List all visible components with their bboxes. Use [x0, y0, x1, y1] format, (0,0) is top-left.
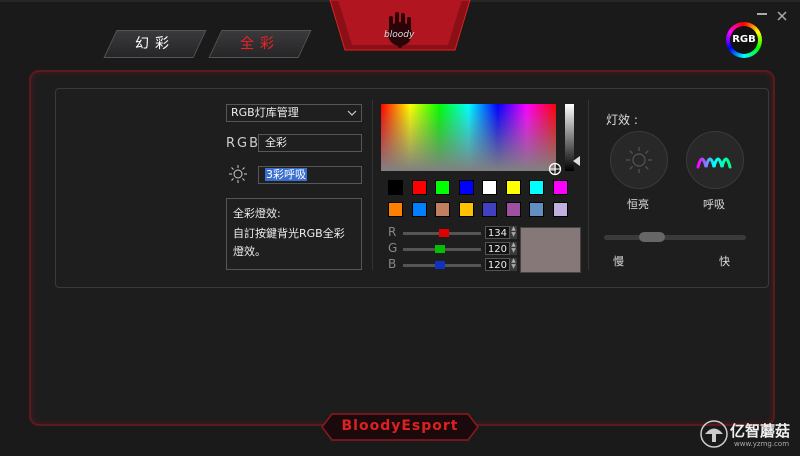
color-swatch[interactable]: [411, 202, 427, 217]
color-swatch[interactable]: [435, 180, 450, 195]
effect-steady-label: 恒亮: [627, 198, 649, 211]
bloody-logo: bloody: [376, 10, 424, 50]
wave-icon: [696, 157, 732, 169]
sun-icon: [626, 147, 652, 173]
channel-spinner[interactable]: ▲ ▼: [510, 258, 517, 271]
color-swatch[interactable]: [458, 180, 474, 195]
effect-value-field[interactable]: 3彩呼吸: [258, 166, 362, 184]
effect-breathing-label: 呼吸: [703, 198, 725, 211]
color-swatch[interactable]: [505, 202, 521, 217]
rgb-value-field[interactable]: 全彩: [258, 134, 362, 152]
channel-value-input[interactable]: 120: [485, 242, 510, 255]
preset-select[interactable]: RGB灯库管理: [226, 104, 362, 122]
watermark-sub: www.yzmg.com: [734, 440, 790, 448]
light-effect-title: 灯效 :: [606, 113, 638, 127]
effect-steady-button[interactable]: [610, 131, 668, 189]
brightness-slider-thumb[interactable]: [573, 155, 580, 166]
color-swatch[interactable]: [505, 180, 521, 195]
channel-slider-thumb[interactable]: [434, 261, 445, 269]
minimize-icon: [757, 13, 767, 15]
mushroom-icon: [700, 420, 728, 448]
speed-fast-label: 快: [719, 255, 730, 268]
speed-slow-label: 慢: [613, 255, 624, 268]
channel-value-input[interactable]: 134: [485, 226, 510, 239]
color-swatch[interactable]: [529, 180, 544, 195]
color-swatch[interactable]: [411, 180, 427, 195]
color-swatch[interactable]: [435, 202, 450, 217]
watermark: 亿智蘑菇 www.yzmg.com: [700, 418, 798, 454]
effect-breathing-button[interactable]: [686, 131, 744, 189]
divider: [372, 100, 373, 270]
watermark-text: 亿智蘑菇: [730, 422, 791, 440]
description-title: 全彩燈效:: [233, 207, 281, 220]
color-preview: [520, 227, 581, 273]
color-swatch[interactable]: [388, 180, 403, 195]
footer-brand: BloodyEsport: [341, 418, 459, 434]
description-body: 自訂按鍵背光RGB全彩燈效。: [233, 227, 345, 258]
color-swatch[interactable]: [482, 202, 497, 217]
rgb-label: RGB: [226, 136, 261, 151]
color-gradient-picker[interactable]: [381, 104, 562, 176]
brightness-icon: [229, 165, 247, 183]
description-box: 全彩燈效: 自訂按鍵背光RGB全彩燈效。: [226, 198, 362, 270]
channel-spinner[interactable]: ▲ ▼: [510, 242, 517, 255]
color-swatch[interactable]: [552, 180, 568, 195]
rgb-badge-button[interactable]: RGB: [726, 22, 762, 58]
tab-phantom-color[interactable]: 幻彩: [103, 30, 207, 58]
close-button[interactable]: [775, 6, 789, 21]
color-cursor-icon: [548, 162, 562, 176]
channel-slider-thumb[interactable]: [434, 245, 445, 253]
channel-label: B: [388, 257, 397, 271]
rgb-badge-label: RGB: [730, 26, 758, 54]
speed-slider[interactable]: [604, 232, 746, 242]
channel-value-input[interactable]: 120: [485, 258, 510, 271]
brightness-slider[interactable]: [565, 104, 580, 171]
channel-slider-thumb[interactable]: [438, 229, 449, 237]
color-swatch[interactable]: [529, 202, 544, 217]
chevron-down-icon: [347, 110, 357, 116]
speed-slider-thumb[interactable]: [638, 232, 665, 242]
color-swatch[interactable]: [388, 202, 403, 217]
tab-full-color[interactable]: 全彩: [208, 30, 312, 58]
close-icon: [777, 11, 787, 21]
channel-label: G: [388, 241, 398, 255]
color-swatch[interactable]: [482, 180, 497, 195]
minimize-button[interactable]: [755, 6, 769, 16]
color-swatch[interactable]: [552, 202, 568, 217]
divider: [588, 100, 589, 270]
logo-text: bloody: [384, 30, 415, 40]
channel-label: R: [388, 225, 397, 239]
color-swatch[interactable]: [458, 202, 474, 217]
channel-spinner[interactable]: ▲ ▼: [510, 226, 517, 239]
